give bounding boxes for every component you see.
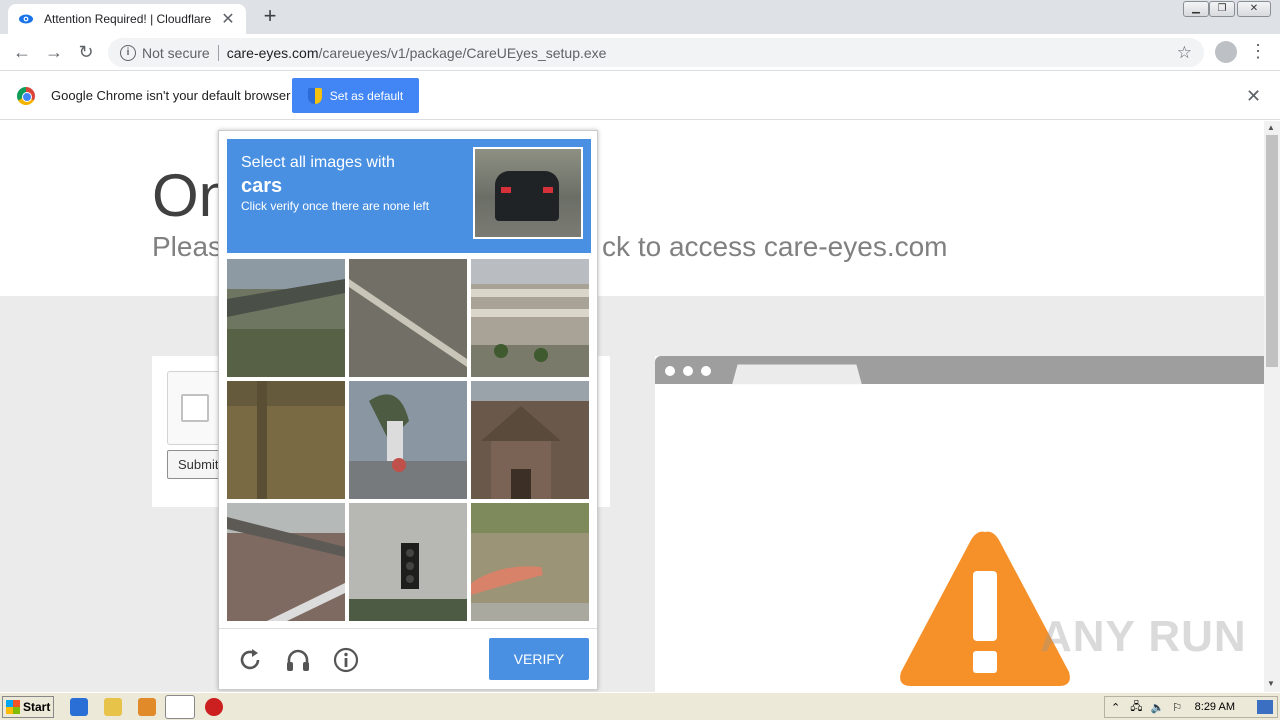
start-label: Start bbox=[23, 700, 51, 714]
image-grid bbox=[227, 259, 589, 621]
image-tile[interactable] bbox=[349, 503, 467, 621]
verify-button[interactable]: VERIFY bbox=[489, 638, 589, 680]
page-scrollbar[interactable]: ▲ ▼ bbox=[1264, 121, 1280, 692]
taskbar-clock: 8:29 AM bbox=[1194, 701, 1235, 713]
url-path: /careueyes/v1/package/CareUEyes_setup.ex… bbox=[318, 44, 607, 61]
illustration-dot bbox=[665, 366, 675, 376]
illustration-dot bbox=[683, 366, 693, 376]
address-bar[interactable]: i Not secure care-eyes.com/careueyes/v1/… bbox=[108, 38, 1204, 67]
scroll-up-icon[interactable]: ▲ bbox=[1267, 123, 1275, 132]
back-arrow-icon[interactable]: ← bbox=[10, 41, 34, 65]
ie-icon[interactable] bbox=[70, 698, 88, 716]
system-tray: ⌃ 🖧 🔈 ⚐ 8:29 AM bbox=[1104, 696, 1278, 718]
start-button[interactable]: Start bbox=[2, 696, 54, 718]
car-shape bbox=[495, 171, 559, 221]
bookmark-star-icon[interactable]: ☆ bbox=[1177, 43, 1192, 63]
chrome-logo-icon bbox=[17, 87, 35, 105]
set-as-default-label: Set as default bbox=[329, 88, 404, 103]
subheading-right: ck to access care-eyes.com bbox=[602, 231, 948, 262]
info-icon[interactable] bbox=[333, 647, 359, 673]
profile-avatar-icon[interactable] bbox=[1215, 41, 1237, 63]
separator bbox=[217, 44, 219, 61]
image-tile[interactable] bbox=[227, 259, 345, 377]
recaptcha-challenge: Select all images with cars Click verify… bbox=[218, 130, 598, 690]
reload-icon[interactable]: ↻ bbox=[74, 41, 98, 65]
anyrun-watermark: ANY RUN bbox=[1040, 612, 1247, 661]
sample-car-image bbox=[473, 147, 583, 239]
page-content: On Pleas ck to access care-eyes.com Submi… bbox=[0, 121, 1264, 692]
tray-expand-icon[interactable]: ⌃ bbox=[1111, 701, 1120, 714]
image-tile[interactable] bbox=[349, 381, 467, 499]
browser-tab[interactable]: Attention Required! | Cloudflare ✕ bbox=[8, 4, 246, 34]
tab-close-icon[interactable]: ✕ bbox=[220, 9, 236, 29]
challenge-hint: Click verify once there are none left bbox=[241, 199, 430, 213]
default-browser-infobar: Google Chrome isn't your default browser… bbox=[0, 72, 1280, 120]
challenge-target: cars bbox=[241, 175, 283, 197]
infobar-message: Google Chrome isn't your default browser bbox=[51, 88, 291, 103]
window-close-button[interactable]: ✕ bbox=[1237, 1, 1271, 17]
windows-taskbar: Start ⌃ 🖧 🔈 ⚐ 8:29 AM bbox=[0, 692, 1280, 720]
image-tile[interactable] bbox=[471, 381, 589, 499]
url-host: care-eyes.com bbox=[226, 44, 319, 61]
challenge-footer: VERIFY bbox=[219, 628, 597, 690]
media-player-icon[interactable] bbox=[138, 698, 156, 716]
recaptcha-checkbox[interactable] bbox=[181, 394, 209, 422]
scrollbar-thumb[interactable] bbox=[1266, 135, 1278, 367]
new-tab-button[interactable]: + bbox=[258, 4, 282, 30]
forward-arrow-icon[interactable]: → bbox=[42, 41, 66, 65]
tab-title: Attention Required! | Cloudflare bbox=[44, 12, 212, 26]
flag-icon[interactable]: ⚐ bbox=[1172, 701, 1182, 714]
reload-icon[interactable] bbox=[237, 647, 263, 673]
security-label: Not secure bbox=[142, 44, 210, 61]
restore-button[interactable]: ❐ bbox=[1209, 1, 1235, 17]
uac-shield-icon bbox=[307, 87, 322, 104]
alert-app-icon[interactable] bbox=[205, 698, 223, 716]
subheading-left: Pleas bbox=[152, 231, 223, 262]
image-tile[interactable] bbox=[471, 259, 589, 377]
image-tile[interactable] bbox=[227, 503, 345, 621]
infobar-close-icon[interactable]: ✕ bbox=[1246, 86, 1261, 107]
challenge-instruction: Select all images with bbox=[241, 154, 395, 171]
show-desktop-icon[interactable] bbox=[1257, 700, 1273, 714]
image-tile[interactable] bbox=[227, 381, 345, 499]
title-bar: Attention Required! | Cloudflare ✕ + ▁ ❐… bbox=[0, 0, 1280, 34]
info-icon[interactable]: i bbox=[120, 44, 136, 61]
image-tile[interactable] bbox=[349, 259, 467, 377]
chrome-taskbar-button[interactable] bbox=[165, 695, 195, 719]
eye-icon bbox=[19, 14, 33, 24]
folder-icon[interactable] bbox=[104, 698, 122, 716]
volume-icon[interactable]: 🔈 bbox=[1150, 701, 1164, 714]
audio-headphones-icon[interactable] bbox=[285, 647, 311, 673]
network-icon[interactable]: 🖧 bbox=[1130, 698, 1142, 717]
windows-logo-icon bbox=[6, 700, 20, 714]
warning-triangle-icon bbox=[900, 531, 1070, 686]
browser-toolbar: ← → ↻ i Not secure care-eyes.com/careuey… bbox=[0, 34, 1280, 71]
scroll-down-icon[interactable]: ▼ bbox=[1267, 679, 1275, 688]
menu-kebab-icon[interactable]: ⋮ bbox=[1248, 41, 1268, 63]
image-tile[interactable] bbox=[471, 503, 589, 621]
set-as-default-button[interactable]: Set as default bbox=[292, 78, 419, 113]
illustration-tab bbox=[732, 364, 862, 385]
minimize-button[interactable]: ▁ bbox=[1183, 1, 1209, 17]
illustration-dot bbox=[701, 366, 711, 376]
challenge-header: Select all images with cars Click verify… bbox=[227, 139, 591, 253]
